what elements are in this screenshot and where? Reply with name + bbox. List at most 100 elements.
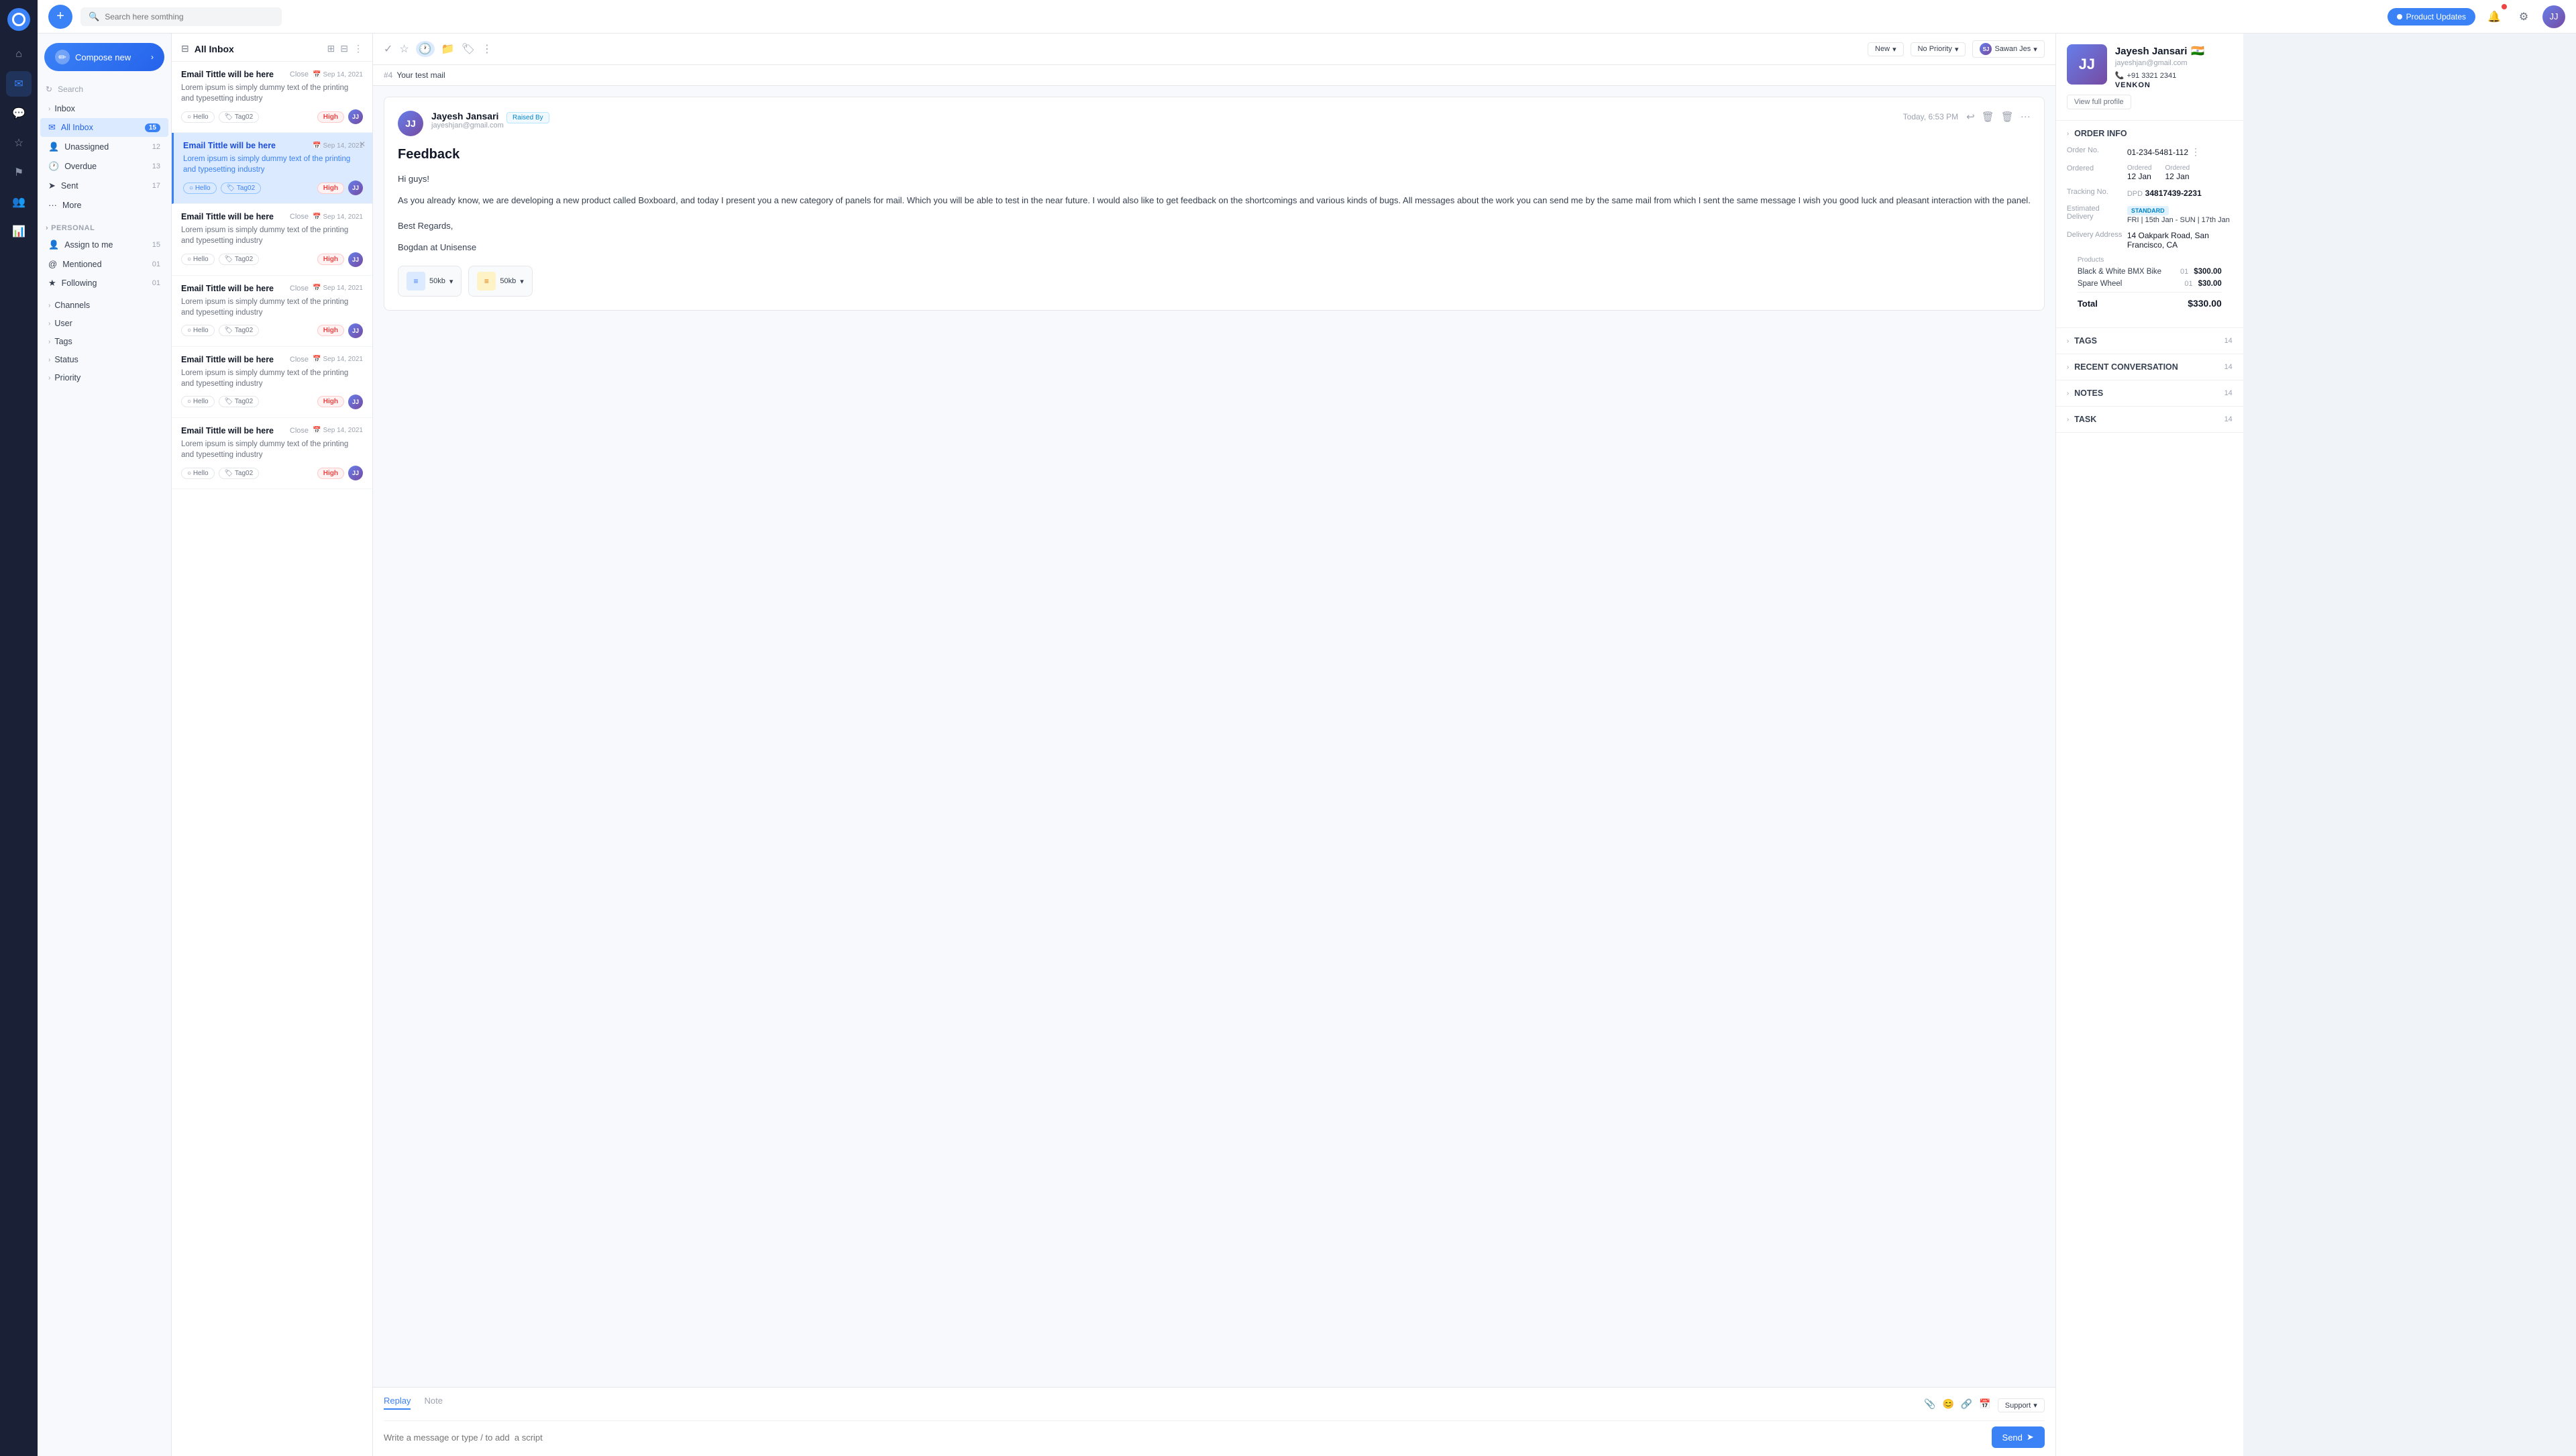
clock-icon[interactable]: 🕐 [416, 41, 435, 57]
sidebar-item-sent[interactable]: ➤ Sent 17 [40, 176, 168, 195]
nav-chart-icon[interactable]: 📊 [6, 219, 32, 244]
sidebar-item-mentioned[interactable]: @ Mentioned 01 [40, 255, 168, 273]
product-updates-button[interactable]: Product Updates [2387, 8, 2475, 25]
email-card-6-close[interactable]: Close [290, 427, 309, 435]
attachment-1[interactable]: ≡ 50kb ▾ [398, 266, 462, 297]
send-button[interactable]: Send ➤ [1992, 1426, 2045, 1448]
sidebar-item-channels[interactable]: › Channels [40, 297, 168, 314]
sidebar-item-all-inbox[interactable]: ✉ All Inbox 15 [40, 118, 168, 137]
sidebar-item-assign-to-me[interactable]: 👤 Assign to me 15 [40, 236, 168, 254]
sidebar-item-following[interactable]: ★ Following 01 [40, 274, 168, 293]
email-card-4-tag-hello[interactable]: ○ Hello [181, 325, 215, 336]
reply-tab[interactable]: Replay [384, 1396, 411, 1410]
email-card-3-close[interactable]: Close [290, 213, 309, 221]
bookmark-icon[interactable]: ☆ [399, 42, 409, 56]
emoji-icon[interactable]: 😊 [1942, 1398, 1953, 1412]
task-header[interactable]: › TASK 14 [2056, 407, 2243, 432]
sidebar-item-priority[interactable]: › Priority [40, 369, 168, 386]
tags-panel-header[interactable]: › TAGS 14 [2056, 328, 2243, 354]
email-card-6-tag-tag02[interactable]: 🏷 Tag02 [219, 468, 260, 479]
search-bar[interactable]: 🔍 [80, 7, 282, 26]
email-card-5-tag-hello[interactable]: ○ Hello [181, 396, 215, 407]
email-card-4-close[interactable]: Close [290, 284, 309, 293]
assign-icon: 👤 [48, 240, 59, 250]
attach-icon[interactable]: 📎 [1924, 1398, 1935, 1412]
more-options-icon[interactable]: ⋮ [354, 43, 363, 54]
order-options-icon[interactable]: ⋮ [2191, 146, 2200, 158]
status-chevron: ▾ [1892, 45, 1896, 54]
sidebar-item-status[interactable]: › Status [40, 351, 168, 368]
email-card-4-tag-tag02[interactable]: 🏷 Tag02 [219, 325, 260, 336]
email-card-6[interactable]: Email Tittle will be here Close 📅 Sep 14… [172, 418, 372, 489]
archive-icon[interactable]: 🗑 [1982, 111, 1994, 123]
attachment-2-chevron[interactable]: ▾ [520, 277, 524, 286]
nav-inbox-icon[interactable]: ✉ [6, 71, 32, 97]
email-card-2-tag-tag02[interactable]: 🏷 Tag02 [221, 183, 262, 194]
email-card-5[interactable]: Email Tittle will be here Close 📅 Sep 14… [172, 347, 372, 418]
settings-button[interactable]: ⚙ [2513, 6, 2534, 28]
calendar-icon[interactable]: 📅 [1979, 1398, 1990, 1412]
more-actions-icon[interactable]: ⋮ [482, 42, 492, 56]
reply-icon[interactable]: ↩ [1966, 111, 1975, 123]
folder-icon[interactable]: 📁 [441, 42, 455, 56]
attachment-1-chevron[interactable]: ▾ [449, 277, 453, 286]
email-card-2-close-x[interactable]: ✕ [359, 140, 366, 149]
search-input[interactable] [105, 12, 274, 21]
nav-users-icon[interactable]: 👥 [6, 189, 32, 215]
email-card-1-tag-tag02[interactable]: 🏷 Tag02 [219, 111, 260, 123]
notes-header[interactable]: › NOTES 14 [2056, 380, 2243, 406]
recent-conv-header[interactable]: › RECENT CONVERSATION 14 [2056, 354, 2243, 380]
email-card-1-tag-hello[interactable]: ○ Hello [181, 111, 215, 123]
products-section: Products Black & White BMX Bike 01 $300.… [2067, 256, 2233, 318]
product-row-2: Spare Wheel 01 $30.00 [2078, 280, 2222, 288]
email-card-2-tag-hello[interactable]: ○ Hello [183, 183, 217, 194]
check-icon[interactable]: ✓ [384, 42, 392, 56]
email-card-6-title: Email Tittle will be here [181, 426, 286, 435]
label-icon[interactable]: 🏷 [462, 42, 475, 56]
sidebar-item-overdue[interactable]: 🕐 Overdue 13 [40, 157, 168, 176]
view-profile-button[interactable]: View full profile [2067, 95, 2131, 109]
notification-button[interactable]: 🔔 [2483, 6, 2505, 28]
email-card-3-tag-hello[interactable]: ○ Hello [181, 254, 215, 265]
email-card-4-title: Email Tittle will be here [181, 284, 286, 293]
status-dropdown[interactable]: New ▾ [1868, 42, 1904, 56]
trash-icon[interactable]: 🗑 [2001, 111, 2014, 123]
profile-email: jayeshjan@gmail.com [2115, 59, 2205, 67]
sidebar-item-tags[interactable]: › Tags [40, 333, 168, 350]
attachment-2[interactable]: ≡ 50kb ▾ [468, 266, 532, 297]
nav-home-icon[interactable]: ⌂ [6, 42, 32, 67]
sidebar-item-more[interactable]: ··· More [40, 196, 168, 214]
right-panel: JJ Jayesh Jansari 🇮🇳 jayeshjan@gmail.com… [2055, 34, 2243, 1456]
priority-dropdown[interactable]: No Priority ▾ [1911, 42, 1966, 56]
grid-icon[interactable]: ⊟ [340, 43, 348, 54]
support-button[interactable]: Support ▾ [1998, 1398, 2045, 1412]
sidebar-search[interactable]: ↻ Search [38, 81, 171, 98]
filter-icon[interactable]: ⊞ [327, 43, 335, 54]
assigned-user-dropdown[interactable]: SJ Sawan Jes ▾ [1972, 40, 2044, 58]
nav-star-icon[interactable]: ☆ [6, 130, 32, 156]
note-tab[interactable]: Note [424, 1396, 442, 1410]
add-button[interactable]: + [48, 5, 72, 29]
personal-group[interactable]: › Personal [38, 217, 171, 235]
nav-chat-icon[interactable]: 💬 [6, 101, 32, 126]
order-info-header[interactable]: › ORDER INFO [2056, 121, 2243, 146]
email-card-5-close[interactable]: Close [290, 356, 309, 364]
email-card-1[interactable]: Email Tittle will be here Close 📅 Sep 14… [172, 62, 372, 133]
sidebar-item-unassigned[interactable]: 👤 Unassigned 12 [40, 138, 168, 156]
sidebar-item-inbox[interactable]: › Inbox [40, 100, 168, 117]
email-card-3-tag-tag02[interactable]: 🏷 Tag02 [219, 254, 260, 265]
nav-flag-icon[interactable]: ⚑ [6, 160, 32, 185]
compose-button[interactable]: ✏ Compose new › [44, 43, 164, 71]
more-msg-icon[interactable]: ··· [2021, 111, 2031, 123]
email-card-1-close[interactable]: Close [290, 70, 309, 79]
app-logo[interactable] [7, 8, 30, 31]
sidebar-item-user[interactable]: › User [40, 315, 168, 332]
user-avatar[interactable]: JJ [2542, 5, 2565, 28]
email-card-6-tag-hello[interactable]: ○ Hello [181, 468, 215, 479]
email-card-4[interactable]: Email Tittle will be here Close 📅 Sep 14… [172, 276, 372, 347]
reply-input[interactable] [384, 1433, 1992, 1443]
email-card-2[interactable]: ✕ Email Tittle will be here 📅 Sep 14, 20… [172, 133, 372, 204]
email-card-3[interactable]: Email Tittle will be here Close 📅 Sep 14… [172, 204, 372, 275]
link-icon[interactable]: 🔗 [1961, 1398, 1972, 1412]
email-card-5-tag-tag02[interactable]: 🏷 Tag02 [219, 396, 260, 407]
